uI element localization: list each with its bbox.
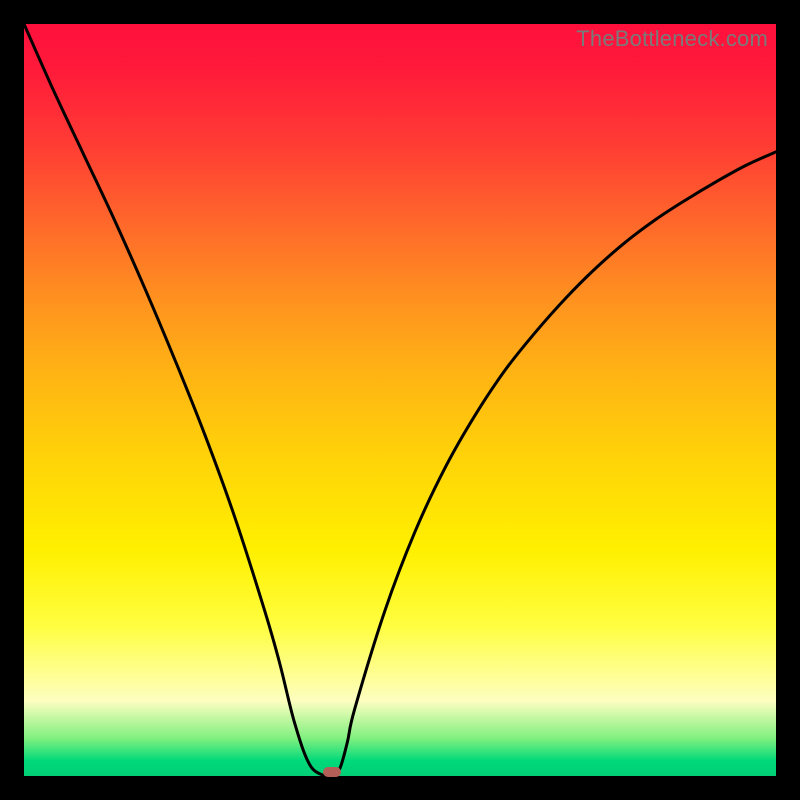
curve-left-branch: [24, 24, 325, 776]
min-marker: [323, 767, 341, 777]
curve-layer: [24, 24, 776, 776]
chart-frame: TheBottleneck.com: [0, 0, 800, 800]
curve-right-branch: [325, 152, 776, 776]
watermark-text: TheBottleneck.com: [576, 26, 768, 52]
plot-area: TheBottleneck.com: [24, 24, 776, 776]
